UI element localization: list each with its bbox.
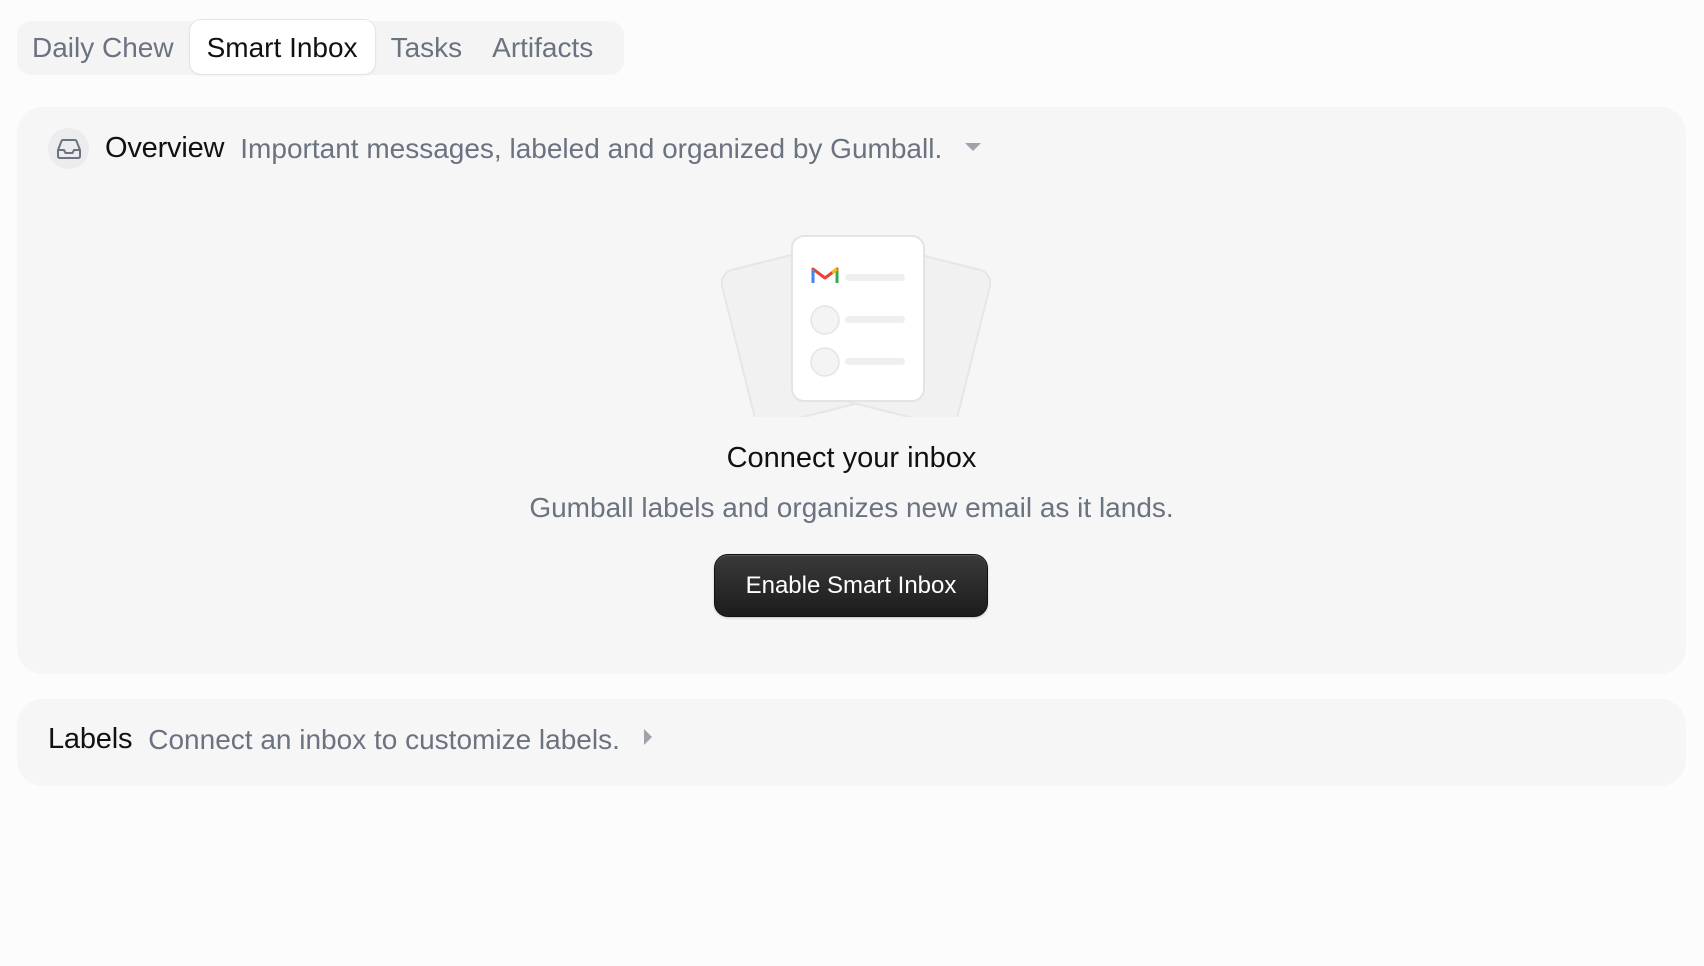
inbox-icon [48,128,89,169]
tab-bar: Daily Chew Smart Inbox Tasks Artifacts [17,19,625,75]
labels-description: Connect an inbox to customize labels. [148,723,620,755]
overview-section: Overview Important messages, labeled and… [17,107,1686,674]
overview-title: Overview [105,132,225,164]
chevron-right-icon[interactable] [642,728,654,751]
labels-section: Labels Connect an inbox to customize lab… [17,699,1686,786]
overview-header[interactable]: Overview Important messages, labeled and… [48,128,982,169]
inbox-illustration [714,227,998,427]
labels-title: Labels [48,723,133,755]
labels-header[interactable]: Labels Connect an inbox to customize lab… [48,723,654,756]
enable-smart-inbox-button[interactable]: Enable Smart Inbox [714,554,988,617]
tab-smart-inbox[interactable]: Smart Inbox [188,19,376,75]
tab-daily-chew[interactable]: Daily Chew [17,21,189,75]
smart-inbox-page: Daily Chew Smart Inbox Tasks Artifacts O… [0,0,1704,966]
tab-tasks[interactable]: Tasks [376,21,478,75]
chevron-down-icon[interactable] [964,140,982,158]
empty-state-title: Connect your inbox [726,442,977,474]
empty-state-description: Gumball labels and organizes new email a… [529,492,1174,523]
overview-description: Important messages, labeled and organize… [240,132,943,164]
tab-artifacts[interactable]: Artifacts [477,21,608,75]
